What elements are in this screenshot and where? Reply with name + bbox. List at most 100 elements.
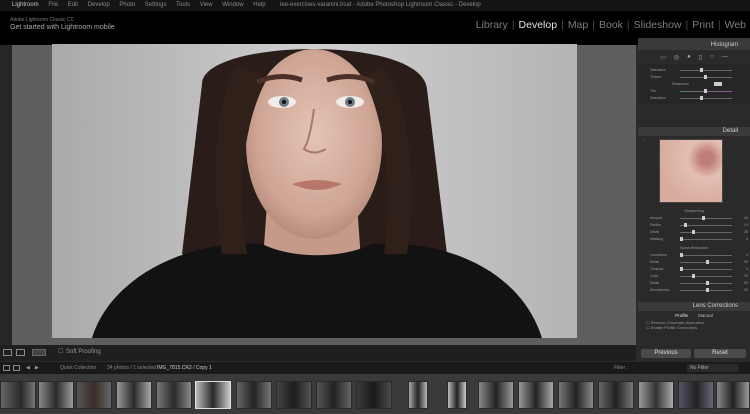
filmstrip-thumb[interactable]: [316, 381, 352, 409]
slider-knob[interactable]: [680, 253, 683, 257]
filmstrip-thumb[interactable]: [447, 381, 467, 409]
checkbox-profile[interactable]: ☐ Enable Profile Corrections: [646, 325, 750, 330]
lens-corrections-header[interactable]: Lens Corrections: [638, 302, 750, 311]
slider-knob[interactable]: [714, 82, 722, 86]
filter-select[interactable]: No Filter: [687, 364, 739, 372]
filmstrip-thumb[interactable]: [38, 381, 74, 409]
second-window-icon[interactable]: [13, 365, 20, 371]
reset-button[interactable]: Reset: [694, 349, 746, 358]
slider-knob[interactable]: [702, 216, 705, 220]
tab-profile[interactable]: Profile: [675, 313, 688, 318]
slider-knob[interactable]: [706, 288, 709, 292]
menu-develop[interactable]: Develop: [88, 2, 110, 8]
slider-row[interactable]: Detail 50: [638, 280, 750, 286]
slider-knob[interactable]: [684, 223, 687, 227]
filmstrip-thumb[interactable]: [356, 381, 392, 409]
filmstrip-thumb[interactable]: [478, 381, 514, 409]
filmstrip-thumb[interactable]: [598, 381, 634, 409]
view-loupe-icon[interactable]: [3, 349, 12, 356]
brush-icon[interactable]: —: [722, 54, 728, 60]
filmstrip-thumb[interactable]: [236, 381, 272, 409]
module-map[interactable]: Map: [564, 19, 592, 31]
slider-row[interactable]: Detail 50: [638, 259, 750, 265]
module-book[interactable]: Book: [595, 19, 627, 31]
menu-file[interactable]: File: [48, 2, 58, 8]
tool-strip: ▭ ◎ ● ▯ ○ —: [638, 50, 750, 64]
filmstrip-thumb[interactable]: [116, 381, 152, 409]
left-panel-collapsed[interactable]: [0, 45, 12, 345]
filmstrip-thumb[interactable]: [678, 381, 714, 409]
back-arrow-icon[interactable]: ◀: [26, 362, 30, 374]
source-collection[interactable]: Quick Collection: [60, 362, 96, 374]
menu-window[interactable]: Window: [222, 2, 243, 8]
slider-row[interactable]: Saturation: [638, 67, 750, 73]
filmstrip-thumb[interactable]: [276, 381, 312, 409]
menu-photo[interactable]: Photo: [119, 2, 135, 8]
view-compare-icon[interactable]: [16, 349, 25, 356]
menu-settings[interactable]: Settings: [145, 2, 167, 8]
identity-plate-line2[interactable]: Get started with Lightroom mobile: [10, 24, 115, 31]
main-photo[interactable]: [52, 44, 577, 338]
filmstrip-thumb-selected[interactable]: [195, 381, 231, 409]
menu-lightroom[interactable]: Lightroom: [12, 2, 39, 8]
slider-knob[interactable]: [704, 89, 707, 93]
slider-knob[interactable]: [680, 267, 683, 271]
slider-row[interactable]: Tint: [638, 88, 750, 94]
slider-row[interactable]: Amount 40: [638, 215, 750, 221]
slider-knob[interactable]: [692, 274, 695, 278]
menu-view[interactable]: View: [200, 2, 213, 8]
histogram-header[interactable]: Histogram: [638, 38, 750, 50]
spot-removal-icon[interactable]: ◎: [674, 54, 679, 61]
menu-help[interactable]: Help: [253, 2, 265, 8]
view-before-after-icon[interactable]: [32, 349, 46, 356]
filmstrip-thumb[interactable]: [558, 381, 594, 409]
forward-arrow-icon[interactable]: ▶: [35, 362, 39, 374]
slider-row[interactable]: Smoothness 50: [638, 287, 750, 293]
menu-tools[interactable]: Tools: [176, 2, 190, 8]
menu-edit[interactable]: Edit: [68, 2, 78, 8]
slider-row[interactable]: Luminance 0: [638, 252, 750, 258]
detail-header[interactable]: Detail: [638, 127, 750, 136]
slider-row[interactable]: Detail 25: [638, 229, 750, 235]
slider-row[interactable]: Texture: [638, 74, 750, 80]
soft-proofing-label: Soft Proofing: [66, 349, 101, 355]
detail-zoom-preview[interactable]: [659, 139, 723, 203]
soft-proofing-checkbox[interactable]: ☐: [58, 348, 63, 355]
lens-tabs: Profile Manual: [638, 313, 750, 318]
module-library[interactable]: Library: [472, 19, 512, 31]
module-print[interactable]: Print: [688, 19, 718, 31]
slider-knob[interactable]: [706, 281, 709, 285]
previous-button[interactable]: Previous: [641, 349, 691, 358]
filmstrip-thumb[interactable]: [0, 381, 36, 409]
graduated-filter-icon[interactable]: ▯: [699, 54, 702, 61]
filmstrip-thumb[interactable]: [156, 381, 192, 409]
detail-preview-area: ◌: [638, 136, 750, 208]
tab-manual[interactable]: Manual: [698, 313, 713, 318]
slider-row[interactable]: Color 25: [638, 273, 750, 279]
slider-row[interactable]: Radius 1.0: [638, 222, 750, 228]
slider-knob[interactable]: [704, 75, 707, 79]
slider-knob[interactable]: [706, 260, 709, 264]
radial-filter-icon[interactable]: ○: [710, 54, 714, 60]
module-web[interactable]: Web: [721, 19, 750, 31]
module-develop[interactable]: Develop: [515, 19, 562, 31]
current-filename[interactable]: IMG_7815.CR2 / Copy 1: [157, 362, 212, 374]
target-icon[interactable]: ◌: [643, 138, 647, 144]
slider-knob[interactable]: [680, 237, 683, 241]
grid-view-icon[interactable]: [3, 365, 10, 371]
slider-row[interactable]: Masking 0: [638, 236, 750, 242]
filmstrip-thumb[interactable]: [518, 381, 554, 409]
slider-knob[interactable]: [700, 96, 703, 100]
filmstrip-thumb[interactable]: [408, 381, 428, 409]
slider-knob[interactable]: [692, 230, 695, 234]
slider-knob[interactable]: [700, 68, 703, 72]
slider-row[interactable]: Saturation: [638, 95, 750, 101]
slider-row[interactable]: Contrast 0: [638, 266, 750, 272]
crop-tool-icon[interactable]: ▭: [660, 54, 666, 61]
redeye-icon[interactable]: ●: [687, 54, 691, 60]
filmstrip-thumb[interactable]: [638, 381, 674, 409]
filmstrip-thumb[interactable]: [716, 381, 750, 409]
slider-row[interactable]: Sharpness: [638, 81, 750, 87]
filmstrip-thumb[interactable]: [76, 381, 112, 409]
module-slideshow[interactable]: Slideshow: [630, 19, 686, 31]
